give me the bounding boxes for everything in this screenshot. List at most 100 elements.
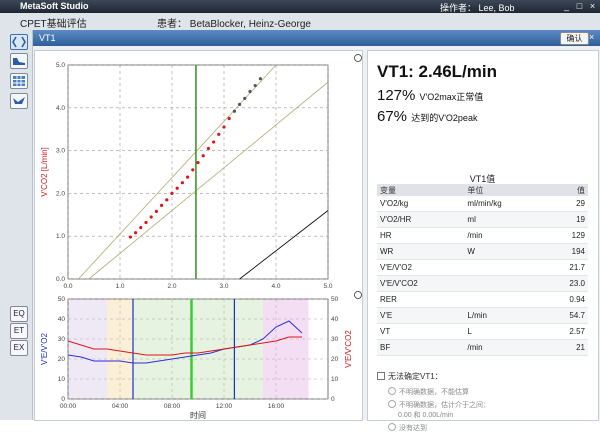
option-not-reached[interactable]: 没有达到: [388, 423, 427, 433]
cell-unit: /min: [464, 227, 545, 244]
cell-variable: WR: [377, 243, 465, 260]
app-title: MetaSoft Studio: [20, 1, 89, 11]
phase-band: [133, 299, 263, 399]
table-row: V'O2/HR ml 19: [377, 211, 588, 228]
y-right-tick-label: 30: [331, 336, 339, 343]
grid-table-icon[interactable]: [10, 73, 28, 89]
y-right-axis-label: V'E/V'CO2: [344, 330, 353, 368]
data-point: [160, 203, 164, 207]
x-tick-label: 1.0: [115, 283, 124, 290]
table-header-row: 变量 单位 值: [377, 184, 588, 196]
bird-icon[interactable]: [10, 93, 28, 109]
option-unclear[interactable]: 不明确数据，不能估算: [388, 387, 469, 397]
y-left-tick-label: 50: [58, 296, 66, 303]
main-panel: VT1 确认 × 0.0 1.0 2.0 3.0 4.0 5.0 0.0 1.0 2.0 3.0 4…: [33, 30, 600, 432]
ex-button[interactable]: EX: [10, 340, 28, 356]
estimate-range-values: 0.00 和 0.00L/min: [398, 412, 454, 419]
pct-vo2peak-label: 达到的V'O2peak: [411, 113, 478, 123]
table-row: RER 0.94: [377, 291, 588, 308]
cell-value: 21: [544, 339, 588, 356]
eq-button[interactable]: EQ: [10, 306, 28, 322]
header-value: 值: [544, 184, 588, 196]
radio-not-reached[interactable]: [388, 423, 396, 431]
cell-value: 0.94: [544, 291, 588, 308]
undetermined-checkbox-row[interactable]: 无法确定VT1：: [377, 371, 443, 382]
x-tick-label: 12:00: [216, 403, 233, 410]
table-row: VT L 2.57: [377, 323, 588, 340]
plots-area: 0.01.02.03.04.05.00.01.02.03.04.05.0V'O2…: [34, 50, 363, 421]
y-left-axis-label: V'E/V'O2: [40, 332, 49, 365]
cell-variable: V'O2/HR: [377, 211, 465, 228]
cell-value: 2.57: [544, 323, 588, 340]
cell-unit: [464, 291, 545, 308]
option-unclear-label: 不明确数据，不能估算: [399, 389, 469, 396]
data-point: [238, 102, 242, 106]
undetermined-checkbox[interactable]: [377, 372, 385, 380]
data-point: [170, 191, 174, 195]
undetermined-label: 无法确定VT1：: [388, 372, 443, 381]
et-button[interactable]: ET: [10, 323, 28, 339]
cell-variable: V'O2/kg: [377, 196, 465, 212]
x-tick-label: 0.0: [63, 283, 72, 290]
confirm-button[interactable]: 确认: [560, 32, 589, 45]
patient-label: 患者： BetaBlocker, Heinz-George: [157, 19, 311, 30]
data-point: [232, 109, 236, 113]
cell-unit: ml: [464, 211, 545, 228]
y-left-tick-label: 0: [61, 396, 65, 403]
vt1-scatter-chart[interactable]: 0.01.02.03.04.05.00.01.02.03.04.05.0V'O2…: [35, 51, 362, 291]
y-tick-label: 3.0: [56, 148, 65, 155]
radio-unclear[interactable]: [388, 387, 396, 395]
data-point: [248, 89, 252, 94]
y-tick-label: 5.0: [56, 62, 65, 69]
cell-variable: HR: [377, 227, 465, 244]
cell-variable: VT: [377, 323, 465, 340]
module-name: CPET基础评估: [20, 19, 87, 30]
x-tick-label: 3.0: [219, 283, 228, 290]
pct-vo2peak-row: 67% 达到的V'O2peak: [377, 108, 477, 125]
x-axis-label: 时间: [190, 410, 206, 420]
cell-value: 29: [544, 196, 588, 212]
data-point: [222, 125, 226, 129]
cell-unit: L/min: [464, 307, 545, 324]
y-tick-label: 2.0: [56, 190, 65, 197]
scatter-menu-icon: [354, 54, 362, 62]
pct-vo2max-label: V'O2max正常值: [419, 92, 484, 102]
pct-vo2peak-value: 67%: [377, 108, 408, 125]
close-window-button[interactable]: ×: [587, 1, 598, 11]
ventilatory-equivalents-chart[interactable]: 0 0 10 10 20 20 30 30 40 40 50 50 00:00 04:00 08:00 12:…: [35, 291, 362, 420]
data-point: [175, 186, 179, 190]
option-estimate-range-label: 不明确数据，估计介于之间：: [399, 402, 490, 409]
radio-estimate-range[interactable]: [388, 400, 396, 408]
pct-vo2max-row: 127% V'O2max正常值: [377, 87, 483, 104]
y-tick-label: 1.0: [56, 233, 65, 240]
data-point: [144, 220, 148, 225]
y-right-tick-label: 40: [331, 316, 339, 323]
minimize-button[interactable]: _: [561, 1, 572, 11]
maximize-button[interactable]: □: [574, 1, 585, 11]
data-point: [196, 160, 200, 165]
option-estimate-range[interactable]: 不明确数据，估计介于之间：: [388, 400, 490, 410]
table-row: V'O2/kg ml/min/kg 29: [377, 196, 588, 212]
y-left-tick-label: 40: [58, 316, 66, 323]
x-tick-label: 16:00: [268, 403, 285, 410]
y-left-tick-label: 30: [58, 336, 66, 343]
cell-unit: W: [464, 243, 545, 260]
data-point: [186, 175, 190, 179]
cell-value: 23.0: [544, 275, 588, 292]
sneaker-icon[interactable]: [10, 53, 28, 69]
data-point: [134, 231, 138, 235]
cell-value: 194: [544, 243, 588, 260]
x-tick-label: 4.0: [271, 283, 280, 290]
table-row: HR/min 129: [377, 227, 588, 244]
table-row: V'E L/min 54.7: [377, 307, 588, 324]
pct-vo2max-value: 127%: [377, 87, 416, 104]
header-variable: 变量: [377, 184, 465, 196]
info-bar: CPET基础评估 患者： BetaBlocker, Heinz-George: [0, 13, 600, 31]
cell-unit: ml/min/kg: [464, 196, 545, 212]
data-point: [212, 140, 216, 144]
x-tick-label: 08:00: [164, 403, 181, 410]
collapse-icon[interactable]: [10, 34, 28, 50]
panel-close-button[interactable]: ×: [589, 32, 598, 43]
vt1-value-title: VT1: 2.46L/min: [377, 62, 497, 81]
data-point: [191, 168, 195, 172]
